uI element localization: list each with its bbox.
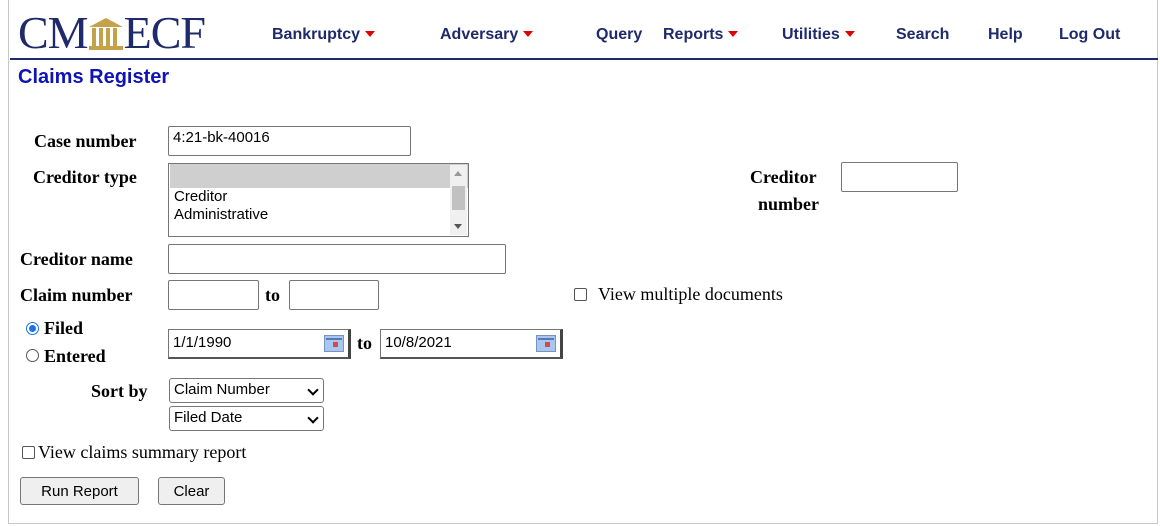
nav-search[interactable]: Search bbox=[896, 26, 949, 44]
cmecf-logo[interactable]: CM ECF bbox=[18, 7, 206, 58]
logo-text-left: CM bbox=[18, 7, 89, 58]
creditor-number-label-1: Creditor bbox=[750, 167, 817, 187]
run-report-button[interactable]: Run Report bbox=[20, 477, 139, 505]
nav-label: Help bbox=[988, 26, 1023, 43]
entered-label: Entered bbox=[44, 346, 106, 366]
sort-by-label: Sort by bbox=[91, 381, 148, 401]
case-number-input[interactable]: 4:21-bk-40016 bbox=[168, 126, 411, 156]
listbox-option[interactable] bbox=[170, 164, 468, 188]
caret-down-icon bbox=[844, 31, 855, 37]
entered-radio[interactable] bbox=[26, 349, 39, 362]
date-to-label: to bbox=[357, 333, 372, 353]
nav-utilities[interactable]: Utilities bbox=[782, 26, 855, 44]
date-to-input[interactable]: 10/8/2021 bbox=[380, 329, 563, 359]
date-from-input[interactable]: 1/1/1990 bbox=[168, 329, 351, 359]
creditor-name-label: Creditor name bbox=[20, 249, 133, 269]
creditor-type-label: Creditor type bbox=[33, 167, 137, 187]
top-banner: CM ECF Bankruptcy Adversary Query Reports… bbox=[10, 6, 1158, 60]
sort-secondary-value: Filed Date bbox=[174, 409, 243, 426]
nav-label: Reports bbox=[663, 26, 724, 43]
filed-radio[interactable] bbox=[26, 322, 39, 335]
sort-primary-value: Claim Number bbox=[174, 381, 270, 398]
creditor-type-listbox[interactable]: Creditor Administrative bbox=[168, 163, 469, 237]
listbox-option[interactable]: Administrative bbox=[170, 206, 468, 224]
summary-report-checkbox[interactable] bbox=[22, 446, 35, 459]
creditor-number-input[interactable] bbox=[841, 162, 958, 192]
scroll-thumb[interactable] bbox=[452, 186, 465, 210]
caret-down-icon bbox=[365, 31, 376, 37]
creditor-name-input[interactable] bbox=[168, 244, 506, 274]
scroll-up-icon[interactable] bbox=[454, 171, 462, 176]
creditor-number-label-2: number bbox=[758, 194, 820, 214]
nav-adversary[interactable]: Adversary bbox=[440, 26, 534, 44]
sort-secondary-select[interactable]: Filed Date bbox=[169, 406, 324, 431]
sort-primary-select[interactable]: Claim Number bbox=[169, 378, 324, 403]
claim-number-to-label: to bbox=[265, 285, 280, 305]
claim-number-from-input[interactable] bbox=[168, 280, 259, 310]
nav-label: Bankruptcy bbox=[272, 26, 361, 43]
nav-query[interactable]: Query bbox=[596, 26, 642, 44]
listbox-scrollbar[interactable] bbox=[450, 165, 467, 235]
clear-button[interactable]: Clear bbox=[158, 477, 225, 505]
nav-label: Utilities bbox=[782, 26, 840, 43]
summary-report-label: View claims summary report bbox=[38, 442, 247, 462]
calendar-icon[interactable] bbox=[324, 335, 344, 352]
date-from-value: 1/1/1990 bbox=[173, 334, 232, 351]
chevron-down-icon bbox=[307, 384, 319, 396]
case-number-label: Case number bbox=[34, 131, 137, 151]
view-multiple-label: View multiple documents bbox=[598, 284, 783, 304]
view-multiple-checkbox[interactable] bbox=[574, 288, 587, 301]
calendar-icon[interactable] bbox=[536, 335, 556, 352]
caret-down-icon bbox=[523, 31, 534, 37]
nav-label: Query bbox=[596, 26, 643, 43]
page-title: Claims Register bbox=[18, 66, 170, 88]
date-to-value: 10/8/2021 bbox=[385, 334, 452, 351]
courthouse-icon bbox=[88, 18, 123, 50]
claim-number-to-input[interactable] bbox=[289, 280, 379, 310]
caret-down-icon bbox=[728, 31, 739, 37]
nav-bankruptcy[interactable]: Bankruptcy bbox=[272, 26, 376, 44]
scroll-down-icon[interactable] bbox=[454, 224, 462, 229]
nav-logout[interactable]: Log Out bbox=[1059, 26, 1120, 44]
chevron-down-icon bbox=[307, 412, 319, 424]
nav-label: Adversary bbox=[440, 26, 519, 43]
claim-number-label: Claim number bbox=[20, 285, 133, 305]
nav-label: Log Out bbox=[1059, 26, 1121, 43]
nav-help[interactable]: Help bbox=[988, 26, 1023, 44]
logo-text-right: ECF bbox=[123, 7, 206, 58]
filed-label: Filed bbox=[44, 318, 83, 338]
nav-reports[interactable]: Reports bbox=[663, 26, 739, 44]
listbox-option[interactable]: Creditor bbox=[170, 188, 468, 206]
nav-label: Search bbox=[896, 26, 950, 43]
